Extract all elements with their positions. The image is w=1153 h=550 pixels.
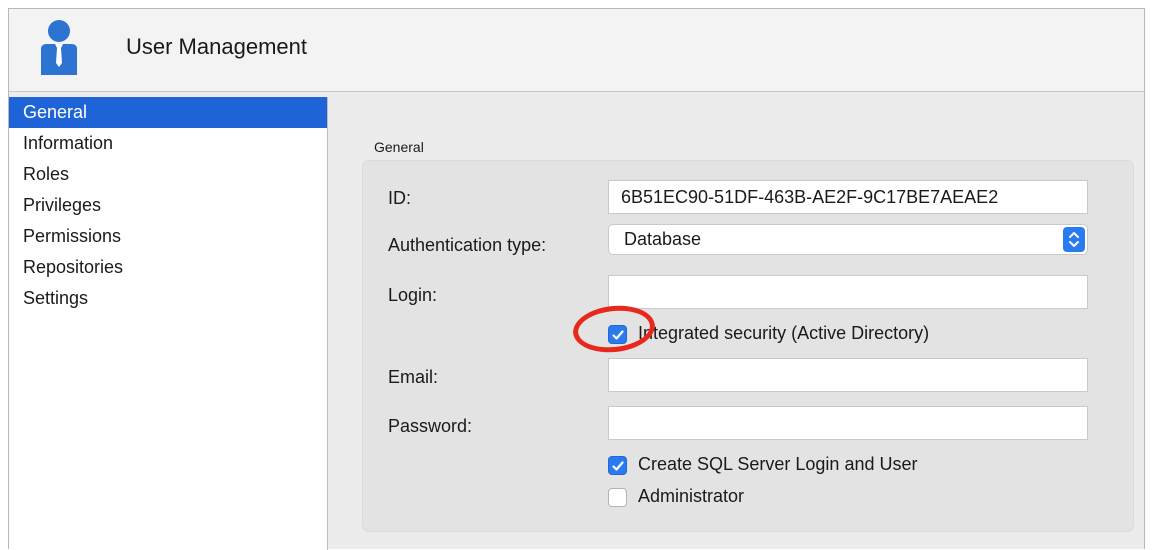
- id-field[interactable]: [608, 180, 1088, 214]
- sidebar-item-permissions[interactable]: Permissions: [9, 221, 327, 252]
- user-icon: [41, 20, 77, 75]
- general-groupbox: ID: Authentication type: Database Login:: [362, 160, 1134, 532]
- id-label: ID:: [388, 188, 412, 208]
- page-title: User Management: [126, 34, 307, 59]
- group-title: General: [374, 139, 424, 155]
- login-label: Login:: [388, 285, 438, 305]
- checkmark-icon: [612, 330, 624, 340]
- auth-type-select[interactable]: Database: [608, 224, 1088, 255]
- login-field[interactable]: [608, 275, 1088, 309]
- password-field[interactable]: [608, 406, 1088, 440]
- sidebar-item-roles[interactable]: Roles: [9, 159, 327, 190]
- auth-type-value: Database: [624, 229, 702, 249]
- sidebar-item-privileges[interactable]: Privileges: [9, 190, 327, 221]
- administrator-checkbox[interactable]: [608, 488, 627, 507]
- user-management-window: User Management General Information Role…: [8, 8, 1145, 550]
- create-login-label: Create SQL Server Login and User: [638, 454, 918, 474]
- create-login-checkbox[interactable]: [608, 456, 627, 475]
- sidebar-item-information[interactable]: Information: [9, 128, 327, 159]
- integrated-security-checkbox[interactable]: [608, 325, 627, 344]
- chevron-up-down-icon: [1063, 227, 1085, 252]
- administrator-label: Administrator: [638, 486, 745, 506]
- email-field[interactable]: [608, 358, 1088, 392]
- window-header: User Management: [9, 9, 1144, 92]
- sidebar-item-general[interactable]: General: [9, 97, 327, 128]
- main-panel: General ID: Authentication type: Databas…: [329, 93, 1144, 549]
- checkmark-icon: [612, 461, 624, 471]
- sidebar-item-settings[interactable]: Settings: [9, 283, 327, 314]
- password-label: Password:: [388, 416, 473, 436]
- sidebar-item-repositories[interactable]: Repositories: [9, 252, 327, 283]
- integrated-security-label: Integrated security (Active Directory): [638, 323, 930, 343]
- email-label: Email:: [388, 367, 439, 387]
- auth-type-label: Authentication type:: [388, 235, 547, 255]
- sidebar: General Information Roles Privileges Per…: [9, 97, 328, 550]
